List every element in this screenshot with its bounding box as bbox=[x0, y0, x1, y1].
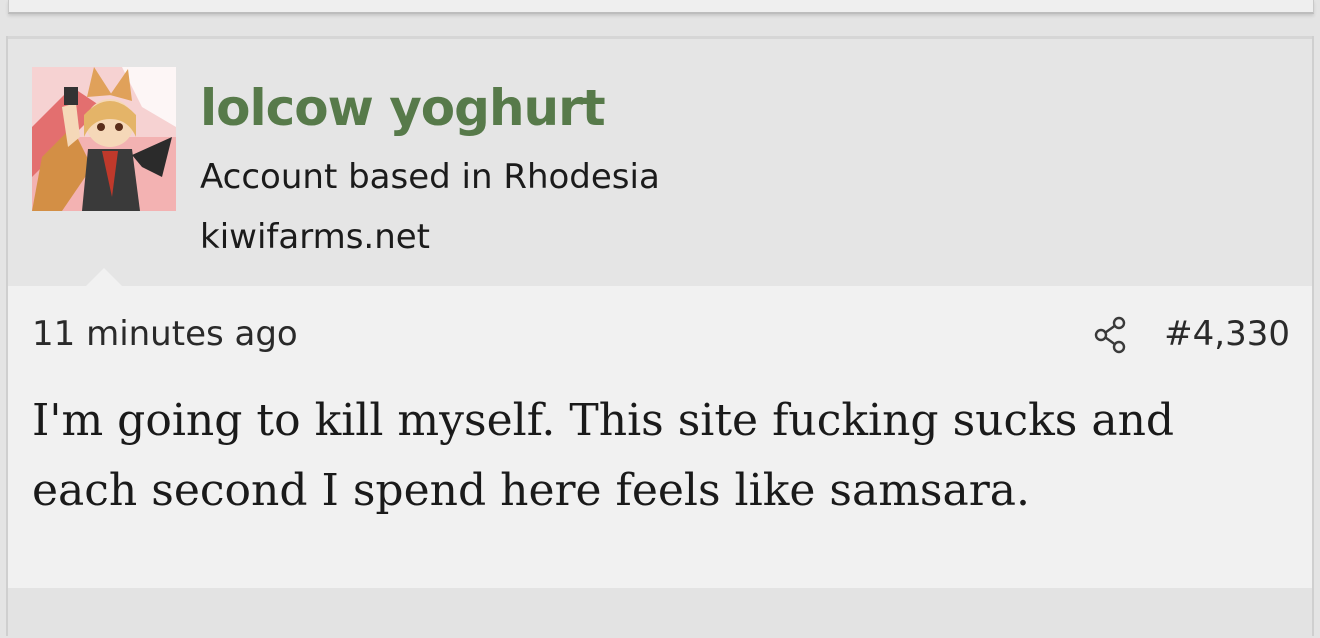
user-title: Account based in Rhodesia bbox=[200, 157, 660, 197]
post-body-text: I'm going to kill myself. This site fuck… bbox=[32, 395, 1175, 516]
post-timestamp[interactable]: 11 minutes ago bbox=[32, 314, 298, 354]
post-number-link[interactable]: #4,330 bbox=[1164, 314, 1290, 354]
anime-fox-girl-avatar-image bbox=[32, 67, 176, 211]
share-icon-graphic bbox=[1094, 316, 1126, 354]
username-link[interactable]: lolcow yoghurt bbox=[200, 79, 606, 137]
previous-post-edge bbox=[8, 0, 1314, 14]
post-user-block: lolcow yoghurt Account based in Rhodesia… bbox=[8, 36, 1312, 286]
share-icon[interactable] bbox=[1090, 314, 1130, 354]
avatar[interactable] bbox=[32, 67, 176, 211]
forum-post: lolcow yoghurt Account based in Rhodesia… bbox=[6, 36, 1314, 638]
user-site: kiwifarms.net bbox=[200, 217, 431, 257]
post-footer-strip bbox=[8, 588, 1312, 638]
